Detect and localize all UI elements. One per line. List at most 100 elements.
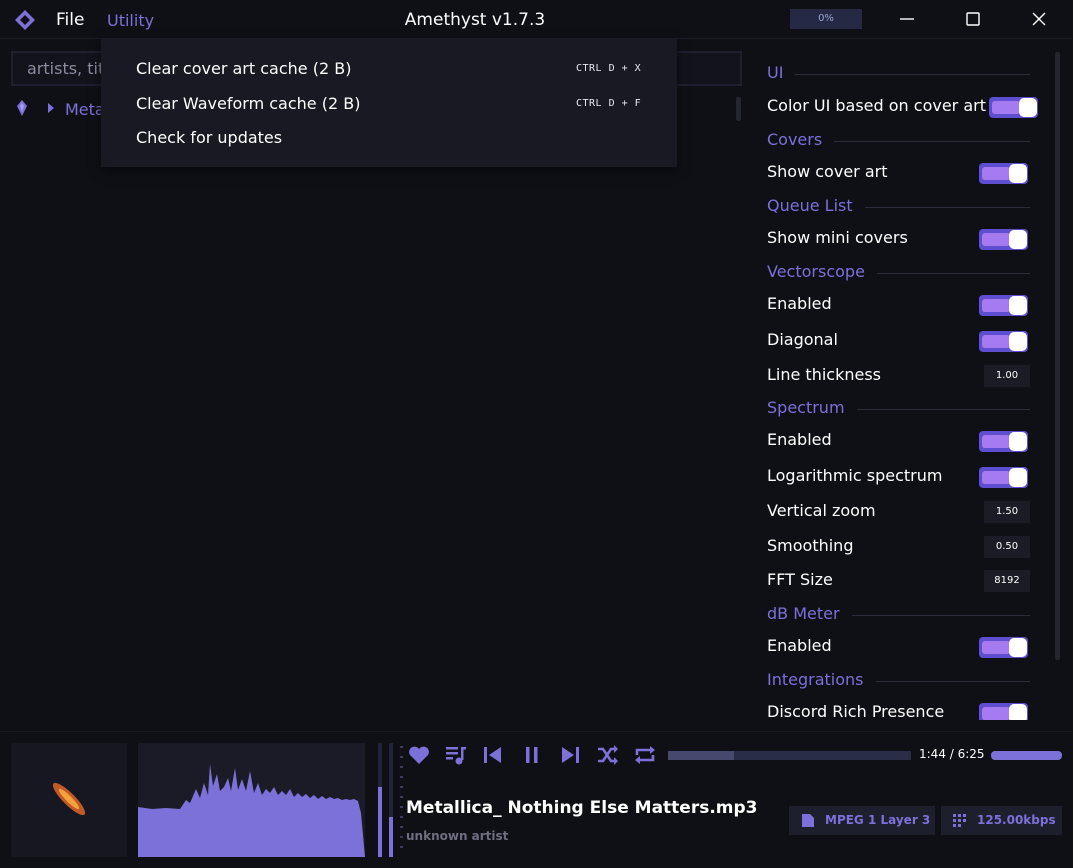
toggle-switch[interactable] bbox=[979, 467, 1028, 488]
volume-level bbox=[991, 751, 1062, 760]
setting-fft-size: FFT Size 8192 bbox=[767, 569, 1030, 593]
queue-music-icon[interactable] bbox=[444, 744, 468, 766]
section-spectrum: Spectrum bbox=[767, 398, 1030, 420]
section-ui: UI bbox=[767, 63, 1030, 85]
tree-item-label: Meta bbox=[65, 100, 105, 119]
setting-vertical-zoom: Vertical zoom 1.50 bbox=[767, 500, 1030, 524]
seek-bar[interactable] bbox=[668, 751, 911, 760]
section-db-meter: dB Meter bbox=[767, 604, 1030, 626]
waveform-display[interactable] bbox=[138, 743, 365, 857]
section-title: Spectrum bbox=[767, 398, 857, 417]
menu-item-shortcut: CTRL D + F bbox=[576, 98, 642, 109]
vu-meter-right bbox=[389, 743, 393, 857]
setting-smoothing: Smoothing 0.50 bbox=[767, 535, 1030, 559]
section-divider bbox=[767, 74, 1030, 75]
title-bar: File Utility Amethyst v1.7.3 0% bbox=[0, 0, 1073, 39]
waveform-graphic bbox=[138, 764, 365, 857]
section-queue: Queue List bbox=[767, 196, 1030, 218]
menu-file[interactable]: File bbox=[56, 10, 84, 30]
setting-label: Show cover art bbox=[767, 162, 888, 181]
setting-label: Show mini covers bbox=[767, 228, 908, 247]
cover-art bbox=[11, 743, 127, 857]
toggle-switch[interactable] bbox=[979, 295, 1028, 316]
menu-utility[interactable]: Utility bbox=[107, 11, 154, 30]
utility-dropdown-menu: Clear cover art cache (2 B) CTRL D + X C… bbox=[101, 39, 677, 167]
menu-item-label: Clear cover art cache (2 B) bbox=[136, 59, 352, 78]
menu-item-label: Check for updates bbox=[136, 128, 283, 147]
section-vectorscope: Vectorscope bbox=[767, 262, 1030, 284]
setting-vectorscope-diagonal: Diagonal bbox=[767, 329, 1030, 353]
setting-label: FFT Size bbox=[767, 570, 833, 589]
setting-label: Logarithmic spectrum bbox=[767, 466, 943, 485]
library-scrollbar[interactable] bbox=[736, 97, 741, 121]
menu-item-shortcut: CTRL D + X bbox=[576, 63, 642, 74]
seek-bar-progress bbox=[668, 751, 734, 760]
cover-art-image bbox=[52, 782, 86, 816]
toggle-switch[interactable] bbox=[989, 97, 1038, 118]
meter-tick-marks bbox=[400, 746, 403, 848]
section-title: Vectorscope bbox=[767, 262, 877, 281]
setting-label: Enabled bbox=[767, 430, 832, 449]
number-input[interactable]: 8192 bbox=[984, 570, 1030, 592]
number-input[interactable]: 1.00 bbox=[984, 365, 1030, 387]
toggle-switch[interactable] bbox=[979, 229, 1028, 250]
section-title: Integrations bbox=[767, 670, 876, 689]
section-title: Covers bbox=[767, 130, 835, 149]
playback-time: 1:44 / 6:25 bbox=[919, 747, 985, 761]
setting-vectorscope-enabled: Enabled bbox=[767, 293, 1030, 317]
setting-line-thickness: Line thickness 1.00 bbox=[767, 364, 1030, 388]
setting-logarithmic-spectrum: Logarithmic spectrum bbox=[767, 465, 1030, 489]
section-title: dB Meter bbox=[767, 604, 852, 623]
setting-show-mini-covers: Show mini covers bbox=[767, 227, 1030, 251]
maximize-icon[interactable] bbox=[958, 4, 988, 34]
repeat-icon[interactable] bbox=[633, 744, 657, 766]
setting-discord-rich-presence: Discord Rich Presence bbox=[767, 701, 1030, 720]
grid-dots-icon bbox=[953, 814, 966, 827]
track-artist: unknown artist bbox=[406, 829, 509, 843]
skip-previous-icon[interactable] bbox=[481, 744, 505, 766]
format-label: MPEG 1 Layer 3 bbox=[825, 813, 931, 827]
menu-item-clear-waveform-cache[interactable]: Clear Waveform cache (2 B) CTRL D + F bbox=[136, 92, 656, 116]
setting-spectrum-enabled: Enabled bbox=[767, 429, 1030, 453]
skip-next-icon[interactable] bbox=[558, 744, 582, 766]
setting-color-ui: Color UI based on cover art bbox=[767, 95, 1038, 119]
file-icon bbox=[802, 814, 814, 827]
amethyst-logo-icon bbox=[15, 10, 35, 30]
section-covers: Covers bbox=[767, 130, 1030, 152]
gem-icon bbox=[17, 100, 27, 116]
setting-label: Diagonal bbox=[767, 330, 838, 349]
close-icon[interactable] bbox=[1024, 4, 1054, 34]
toggle-switch[interactable] bbox=[979, 331, 1028, 352]
bitrate-label: 125.00kbps bbox=[977, 813, 1056, 827]
pause-icon[interactable] bbox=[520, 744, 544, 766]
track-title: Metallica_ Nothing Else Matters.mp3 bbox=[406, 798, 758, 818]
settings-scrollbar[interactable] bbox=[1055, 52, 1060, 660]
heart-icon[interactable] bbox=[407, 744, 431, 766]
format-badge: MPEG 1 Layer 3 bbox=[789, 806, 935, 835]
setting-label: Discord Rich Presence bbox=[767, 702, 945, 720]
setting-label: Vertical zoom bbox=[767, 501, 876, 520]
menu-item-check-updates[interactable]: Check for updates bbox=[136, 126, 656, 150]
section-integrations: Integrations bbox=[767, 670, 1030, 692]
setting-label: Enabled bbox=[767, 294, 832, 313]
setting-label: Enabled bbox=[767, 636, 832, 655]
toggle-switch[interactable] bbox=[979, 431, 1028, 452]
vu-meter-left bbox=[378, 743, 382, 857]
bitrate-badge: 125.00kbps bbox=[941, 806, 1062, 835]
menu-item-clear-cover-cache[interactable]: Clear cover art cache (2 B) CTRL D + X bbox=[136, 57, 656, 81]
toggle-switch[interactable] bbox=[979, 163, 1028, 184]
setting-label: Color UI based on cover art bbox=[767, 96, 986, 115]
minimize-icon[interactable] bbox=[892, 4, 922, 34]
setting-show-cover-art: Show cover art bbox=[767, 161, 1030, 185]
volume-slider[interactable] bbox=[991, 751, 1062, 760]
number-input[interactable]: 0.50 bbox=[984, 536, 1030, 558]
number-input[interactable]: 1.50 bbox=[984, 501, 1030, 523]
section-title: UI bbox=[767, 63, 796, 82]
task-progress-badge: 0% bbox=[790, 9, 862, 29]
expand-caret-icon[interactable] bbox=[47, 102, 55, 114]
toggle-switch[interactable] bbox=[979, 703, 1028, 720]
shuffle-icon[interactable] bbox=[595, 744, 619, 766]
setting-db-meter-enabled: Enabled bbox=[767, 635, 1030, 659]
setting-label: Smoothing bbox=[767, 536, 854, 555]
toggle-switch[interactable] bbox=[979, 637, 1028, 658]
